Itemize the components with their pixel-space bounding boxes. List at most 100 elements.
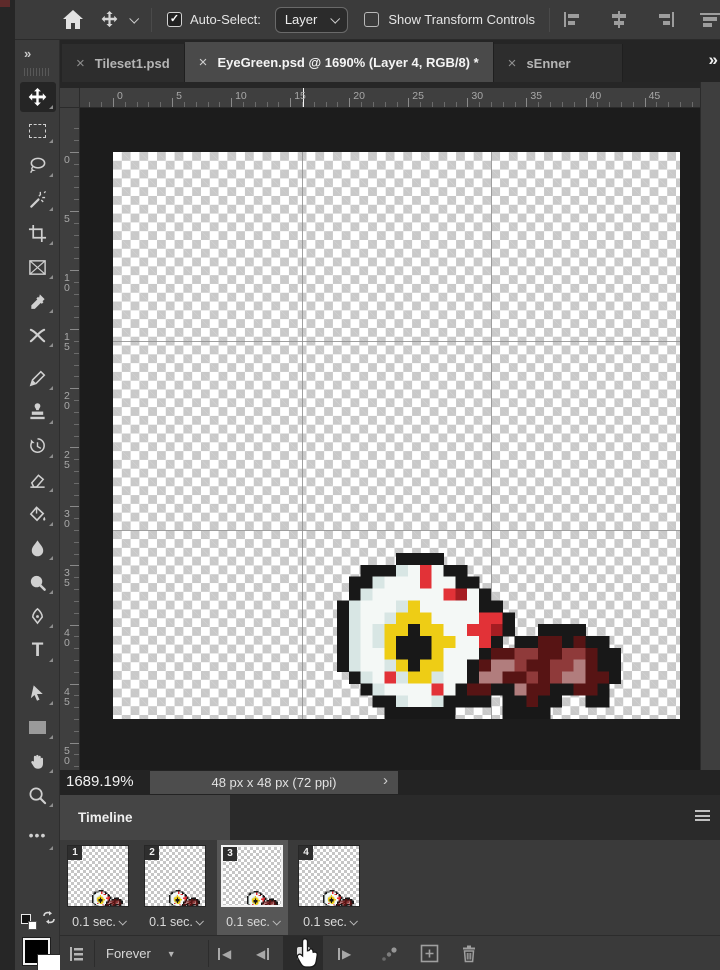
frame-thumbnail[interactable]: 1 (67, 845, 129, 907)
ruler-tick (74, 730, 79, 732)
tool-pen[interactable] (20, 601, 56, 631)
frame-thumbnail[interactable]: 3 (221, 845, 283, 907)
next-frame-button[interactable]: ▶ (338, 936, 351, 970)
ruler-tick (74, 199, 79, 201)
tool-eraser[interactable] (20, 465, 56, 495)
auto-select-checkbox[interactable]: ✓ (167, 12, 182, 27)
tool-crop[interactable] (20, 218, 56, 248)
delete-frame-button[interactable] (460, 936, 478, 970)
chevron-down-icon[interactable] (129, 13, 140, 24)
align-horizontal-centers-button[interactable] (609, 11, 629, 28)
tool-rectangular-marquee[interactable] (20, 116, 56, 146)
align-center-icon (612, 11, 627, 28)
ruler-tick (74, 411, 79, 413)
timeline-frame[interactable]: 1 0.1 sec. (63, 840, 134, 935)
tween-button[interactable] (380, 936, 398, 970)
ruler-corner-box[interactable] (60, 88, 80, 108)
zoom-level-field[interactable]: 1689.19% (66, 773, 134, 790)
align-left-edges-button[interactable] (562, 11, 582, 28)
tool-clone-stamp[interactable] (20, 397, 56, 427)
tab-label: EyeGreen.psd @ 1690% (Layer 4, RGB/8) * (217, 54, 479, 70)
close-icon[interactable]: × (199, 54, 208, 71)
document-info[interactable]: 48 px x 48 px (72 ppi) › (150, 771, 398, 794)
tab-tileset1[interactable]: × Tileset1.psd (62, 44, 185, 82)
loop-count-dropdown[interactable]: Forever ▼ (106, 936, 176, 970)
status-expand-chevron[interactable]: › (383, 772, 388, 789)
canvas-guide (113, 341, 680, 342)
timeline-frame[interactable]: 2 0.1 sec. (140, 840, 211, 935)
tool-dodge[interactable] (20, 567, 56, 597)
timeline-frame[interactable]: 4 0.1 sec. (294, 840, 365, 935)
frame-duration-dropdown[interactable]: 0.1 sec. (140, 915, 211, 929)
close-icon[interactable]: × (508, 55, 517, 72)
color-controls (15, 902, 61, 970)
frame-duration-dropdown[interactable]: 0.1 sec. (294, 915, 365, 929)
tool-type[interactable]: T (20, 635, 56, 665)
frame-duration-value: 0.1 sec. (303, 915, 347, 929)
tools-overflow-chevron[interactable]: » (24, 46, 31, 61)
auto-select-target-dropdown[interactable]: Layer (274, 6, 349, 33)
ruler-label: 2 0 (64, 390, 70, 413)
tool-pencil[interactable] (20, 363, 56, 393)
document-canvas[interactable] (113, 152, 680, 719)
frame-thumbnail[interactable]: 4 (298, 845, 360, 907)
tool-edit-toolbar[interactable]: ••• (20, 823, 56, 853)
frame-thumbnail[interactable]: 2 (144, 845, 206, 907)
show-transform-checkbox[interactable] (364, 12, 380, 27)
frame-duration-dropdown[interactable]: 0.1 sec. (63, 915, 134, 929)
previous-frame-button[interactable]: ◀ (256, 936, 270, 970)
ruler-tick (691, 102, 693, 107)
ruler-tick (384, 102, 386, 107)
swap-colors-icon[interactable] (42, 911, 56, 924)
tool-hand[interactable] (20, 746, 56, 776)
tool-eyedropper[interactable] (20, 286, 56, 316)
duplicate-frame-button[interactable] (420, 936, 439, 970)
convert-timeline-icon (70, 946, 83, 961)
ruler-tick (70, 270, 79, 272)
convert-to-video-timeline-button[interactable] (68, 936, 86, 970)
ruler-tick (148, 102, 150, 107)
close-icon[interactable]: × (76, 55, 85, 72)
horizontal-ruler[interactable]: 0 5 10 15 20 25 30 35 40 45 (80, 88, 700, 108)
panel-menu-icon[interactable] (695, 810, 710, 824)
tool-blur[interactable] (20, 533, 56, 563)
frame-duration-dropdown[interactable]: 0.1 sec. (217, 915, 288, 929)
timeline-panel-tab[interactable]: Timeline (60, 795, 230, 840)
tool-rectangle[interactable] (20, 712, 56, 742)
timeline-controls-bar: Forever ▼ ◀ ◀ ▶ (60, 935, 720, 970)
tool-healing-brush[interactable] (20, 320, 56, 350)
tool-move[interactable] (19, 82, 56, 112)
tool-zoom[interactable] (20, 780, 56, 810)
ruler-tick (431, 102, 433, 107)
tab-eyegreen-active[interactable]: × EyeGreen.psd @ 1690% (Layer 4, RGB/8) … (184, 42, 494, 82)
ruler-tick (561, 102, 563, 107)
tool-paint-bucket[interactable] (20, 499, 56, 529)
tab-overflow-chevron[interactable]: » (709, 50, 718, 70)
tool-lasso[interactable] (20, 150, 56, 180)
background-color-swatch[interactable] (37, 954, 61, 970)
canvas-area[interactable] (80, 108, 700, 770)
ruler-tick (74, 671, 79, 673)
default-colors-icon[interactable] (21, 914, 37, 930)
tab-senner[interactable]: × sEnner (493, 44, 623, 82)
ruler-tick (632, 102, 634, 107)
tool-magic-wand[interactable] (20, 184, 56, 214)
ruler-tick (74, 754, 79, 756)
first-frame-icon (218, 947, 220, 960)
tool-frame[interactable] (20, 252, 56, 282)
panel-grip-handle[interactable] (24, 68, 50, 76)
align-top-edges-button[interactable] (700, 11, 720, 28)
timeline-frames: 1 0.1 sec. 2 0.1 sec. 3 0.1 sec. 4 0.1 s… (60, 840, 720, 935)
ruler-tick (219, 102, 221, 107)
ruler-tick (74, 719, 79, 720)
ruler-tick (74, 636, 79, 638)
vertical-ruler[interactable]: 0 5 1 0 1 5 2 0 2 5 3 0 3 5 4 0 4 5 5 0 (60, 108, 80, 770)
home-button[interactable] (63, 10, 83, 29)
move-tool-preset[interactable] (101, 11, 118, 28)
first-frame-button[interactable]: ◀ (218, 936, 231, 970)
ruler-label: 35 (530, 90, 543, 102)
align-right-edges-button[interactable] (656, 11, 676, 28)
tool-history-brush[interactable] (20, 431, 56, 461)
tool-path-selection[interactable] (20, 678, 56, 708)
timeline-frame[interactable]: 3 0.1 sec. (217, 840, 288, 935)
